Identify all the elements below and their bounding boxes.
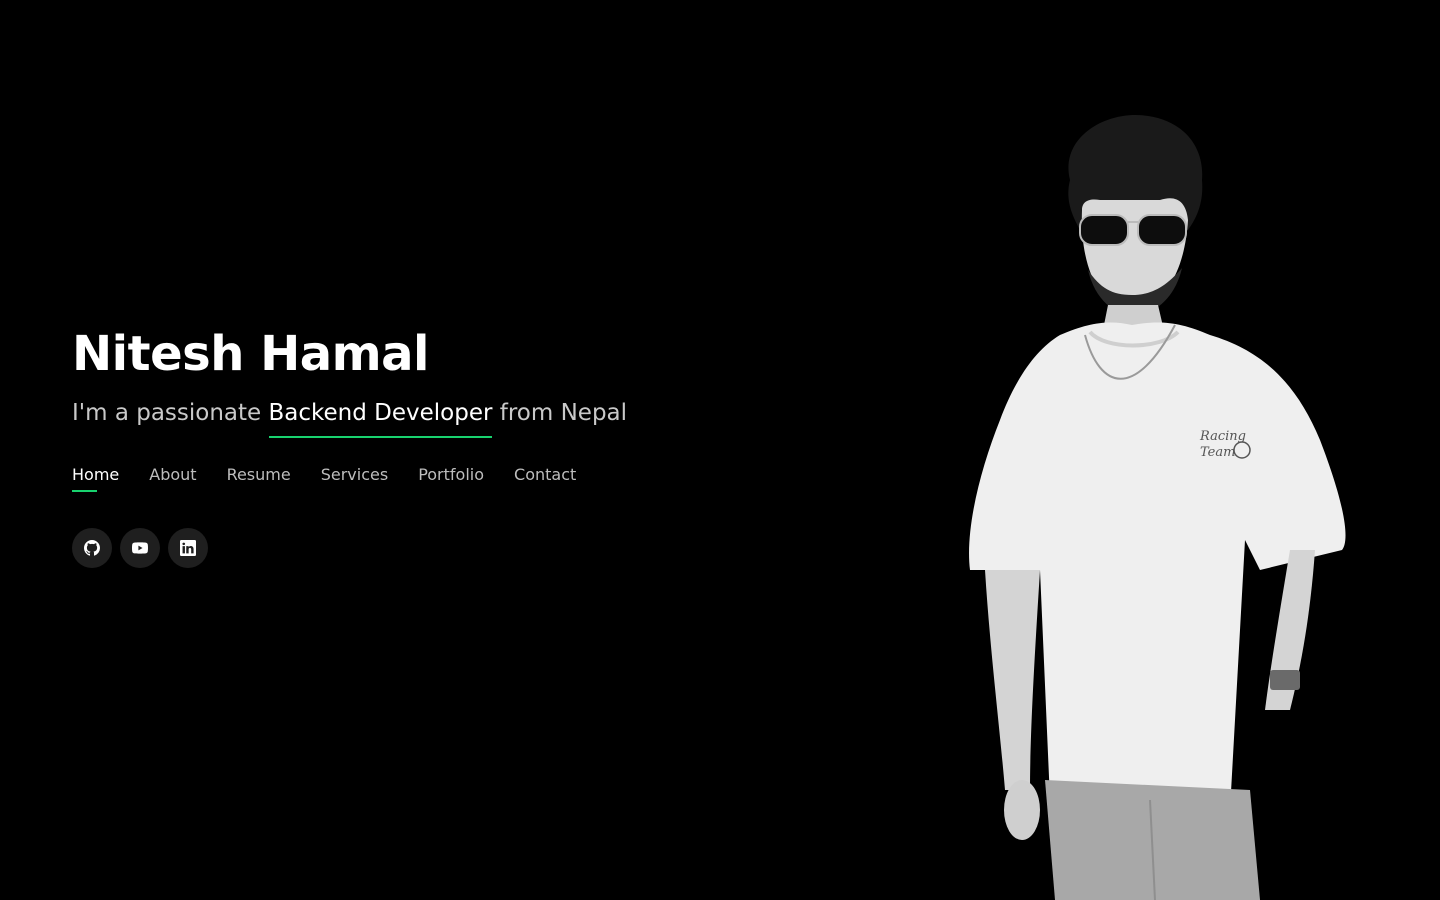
tagline-role: Backend Developer — [268, 396, 492, 438]
tagline-prefix: I'm a passionate — [72, 400, 269, 426]
hero-name: Nitesh Hamal — [72, 326, 430, 382]
svg-text:Racing: Racing — [1199, 429, 1246, 444]
github-icon — [84, 540, 100, 556]
tagline-suffix: from Nepal — [492, 400, 628, 426]
nav-item-resume[interactable]: Resume — [227, 462, 291, 492]
hero-text: Nitesh Hamal I'm a passionate Backend De… — [72, 322, 772, 438]
youtube-link[interactable] — [120, 528, 160, 568]
hero-page: Nitesh Hamal I'm a passionate Backend De… — [0, 0, 1440, 900]
main-nav: Home About Resume Services Portfolio Con… — [72, 462, 576, 492]
github-link[interactable] — [72, 528, 112, 568]
hero-tagline: I'm a passionate Backend Developer from … — [72, 396, 772, 438]
svg-text:Team: Team — [1200, 445, 1235, 460]
linkedin-icon — [180, 540, 196, 556]
profile-photo: Racing Team — [969, 115, 1346, 900]
youtube-icon — [132, 542, 148, 554]
nav-item-services[interactable]: Services — [321, 462, 388, 492]
nav-item-portfolio[interactable]: Portfolio — [418, 462, 484, 492]
nav-item-contact[interactable]: Contact — [514, 462, 576, 492]
linkedin-link[interactable] — [168, 528, 208, 568]
nav-item-about[interactable]: About — [149, 462, 196, 492]
social-links — [72, 528, 208, 568]
nav-item-home[interactable]: Home — [72, 462, 119, 492]
